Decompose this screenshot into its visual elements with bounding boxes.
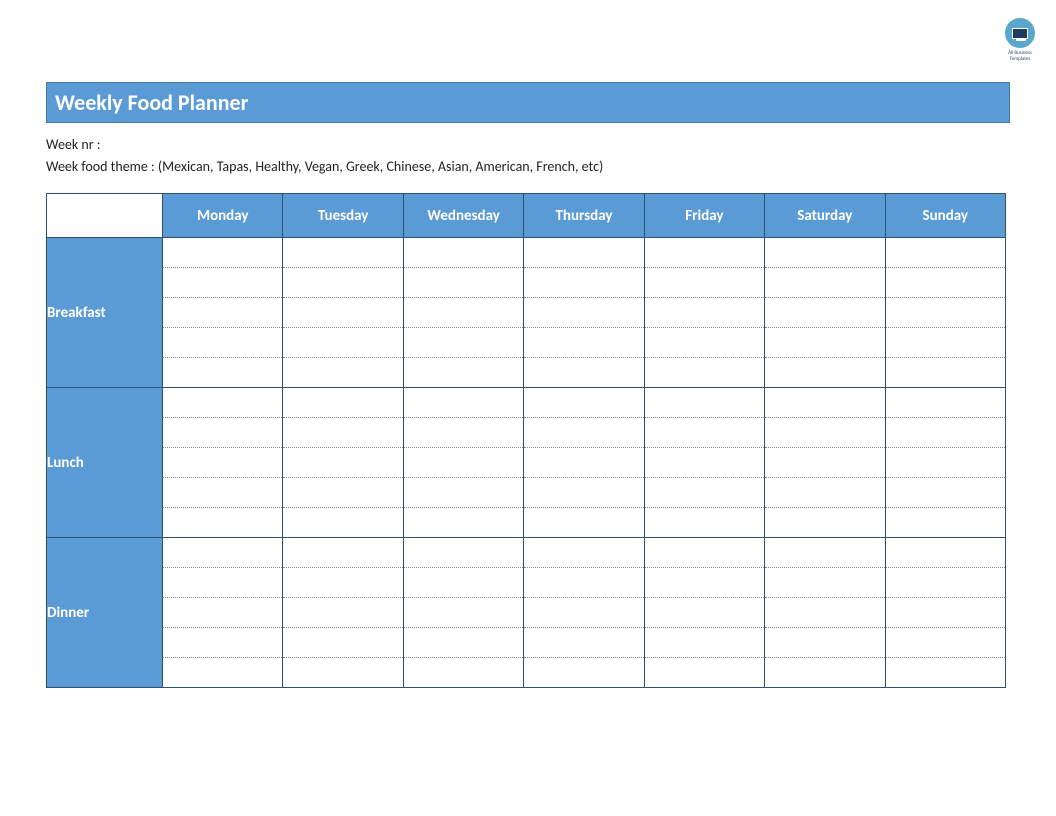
day-header-tuesday: Tuesday [283,194,403,238]
cell-lunch-tuesday[interactable] [283,388,403,538]
cell-lunch-sunday[interactable] [885,388,1005,538]
day-header-saturday: Saturday [765,194,885,238]
meal-header-breakfast: Breakfast [47,238,163,388]
cell-breakfast-monday[interactable] [163,238,283,388]
cell-breakfast-wednesday[interactable] [403,238,523,388]
cell-lunch-friday[interactable] [644,388,764,538]
cell-breakfast-sunday[interactable] [885,238,1005,388]
laptop-icon [1005,18,1035,48]
day-header-sunday: Sunday [885,194,1005,238]
cell-dinner-monday[interactable] [163,538,283,688]
week-theme-label: Week food theme : [46,158,155,175]
cell-dinner-wednesday[interactable] [403,538,523,688]
cell-lunch-wednesday[interactable] [403,388,523,538]
meal-header-dinner: Dinner [47,538,163,688]
row-dinner: Dinner [47,538,1006,688]
cell-lunch-thursday[interactable] [524,388,644,538]
cell-dinner-sunday[interactable] [885,538,1005,688]
week-number-label: Week nr : [46,136,101,153]
week-theme-hint: (Mexican, Tapas, Healthy, Vegan, Greek, … [158,158,603,175]
brand-logo: All Business Templates [1002,18,1038,62]
cell-dinner-tuesday[interactable] [283,538,403,688]
row-lunch: Lunch [47,388,1006,538]
cell-dinner-saturday[interactable] [765,538,885,688]
cell-lunch-monday[interactable] [163,388,283,538]
row-breakfast: Breakfast [47,238,1006,388]
day-header-thursday: Thursday [524,194,644,238]
header-corner [47,194,163,238]
week-number-row: Week nr : [46,135,1010,155]
week-theme-row: Week food theme : (Mexican, Tapas, Healt… [46,157,1010,177]
meal-header-lunch: Lunch [47,388,163,538]
day-header-friday: Friday [644,194,764,238]
cell-breakfast-friday[interactable] [644,238,764,388]
cell-breakfast-saturday[interactable] [765,238,885,388]
page-title: Weekly Food Planner [46,82,1010,123]
day-header-wednesday: Wednesday [403,194,523,238]
planner-table: Monday Tuesday Wednesday Thursday Friday… [46,193,1006,688]
cell-dinner-friday[interactable] [644,538,764,688]
meta-block: Week nr : Week food theme : (Mexican, Ta… [46,135,1010,177]
header-row: Monday Tuesday Wednesday Thursday Friday… [47,194,1006,238]
cell-breakfast-thursday[interactable] [524,238,644,388]
document-page: Weekly Food Planner Week nr : Week food … [0,0,1056,728]
brand-text: All Business Templates [1002,50,1038,62]
cell-breakfast-tuesday[interactable] [283,238,403,388]
cell-lunch-saturday[interactable] [765,388,885,538]
day-header-monday: Monday [163,194,283,238]
cell-dinner-thursday[interactable] [524,538,644,688]
